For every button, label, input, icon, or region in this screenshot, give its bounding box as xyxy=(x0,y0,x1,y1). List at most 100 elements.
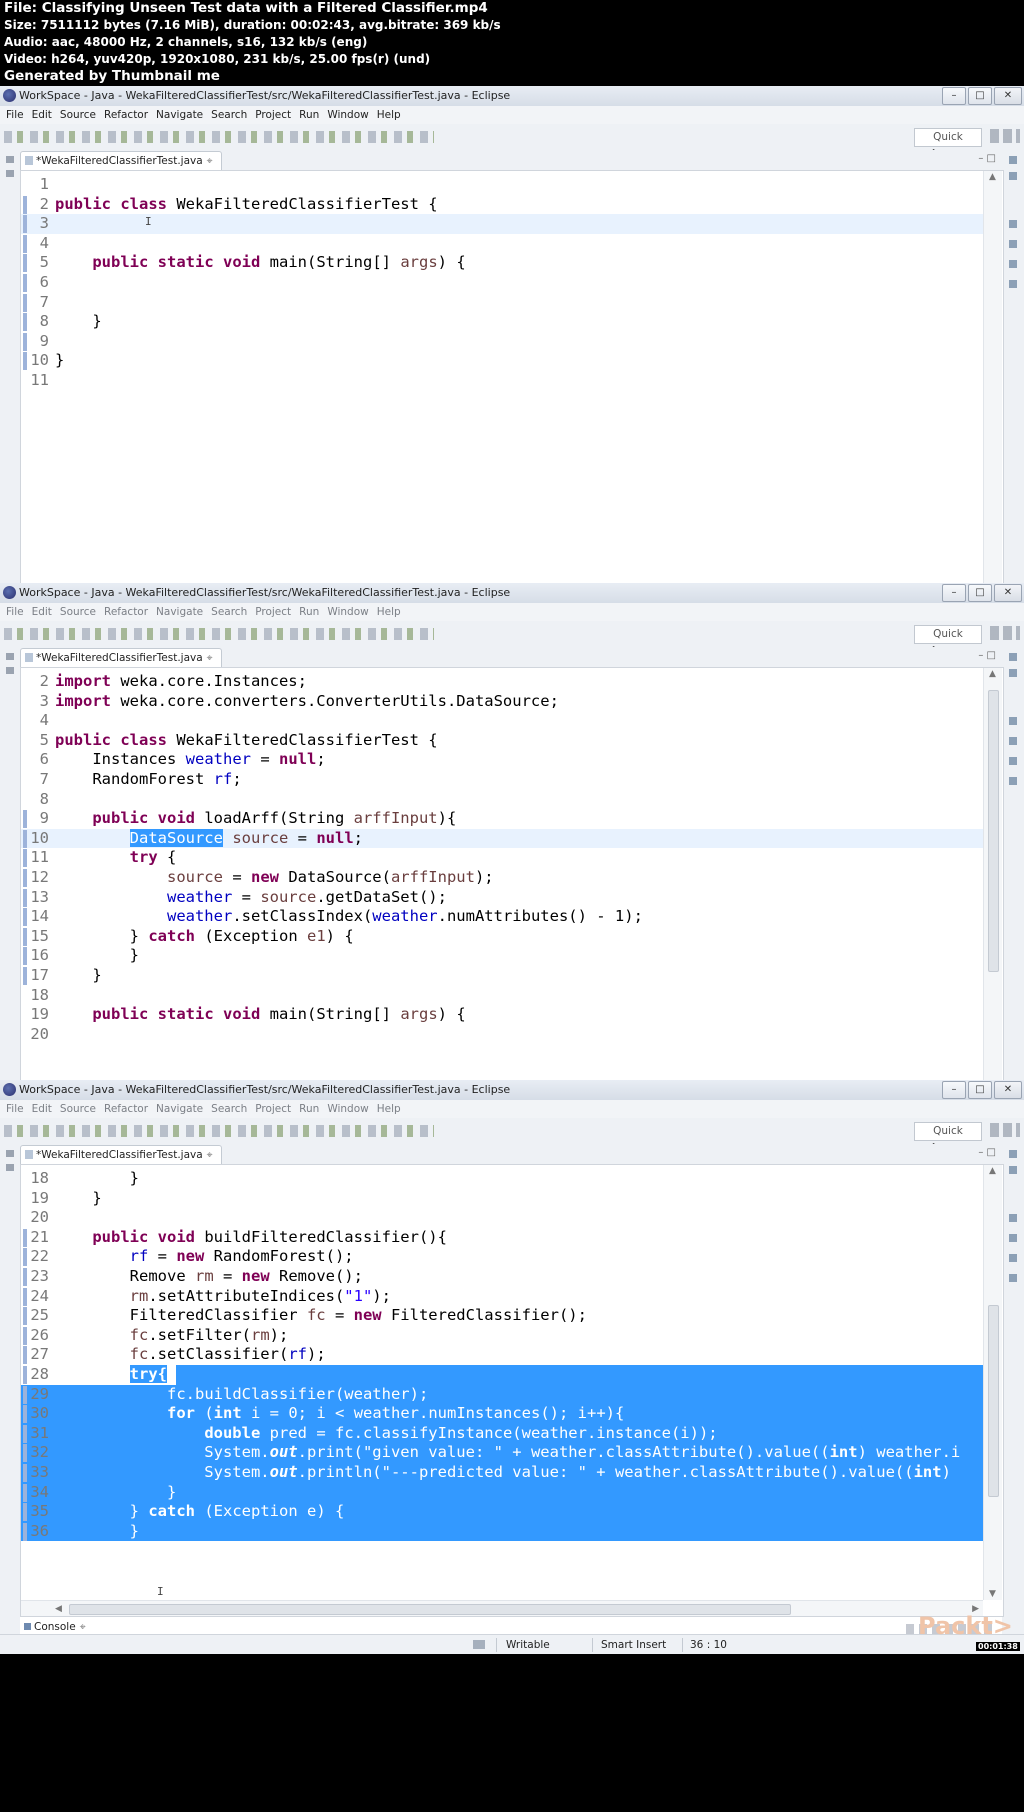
toolbar-icons[interactable] xyxy=(4,1125,434,1137)
code-line[interactable]: 28 try{ xyxy=(21,1365,983,1385)
package-explorer-icon[interactable] xyxy=(6,1164,14,1171)
scroll-up-icon[interactable]: ▲ xyxy=(989,1166,996,1176)
minimize-button[interactable]: – xyxy=(942,87,966,105)
editor-minmax-icons[interactable]: – □ xyxy=(978,1147,996,1158)
menu-navigate[interactable]: Navigate xyxy=(150,106,203,121)
code-line[interactable]: 23 Remove rm = new Remove(); xyxy=(21,1267,983,1287)
quick-access-field[interactable]: Quick Access xyxy=(914,1122,982,1154)
code-editor[interactable]: 18 } 19 } 20 21 public void buildFilteredCl… xyxy=(20,1164,1004,1617)
menu-file[interactable]: File xyxy=(0,106,24,121)
restore-icon[interactable] xyxy=(6,653,14,660)
minimize-button[interactable]: – xyxy=(942,584,966,602)
code-line[interactable]: 8 xyxy=(21,790,983,810)
close-button[interactable]: ✕ xyxy=(994,584,1022,602)
tab-close-icon[interactable]: ⌖ xyxy=(207,652,213,664)
menu-search[interactable]: Search xyxy=(205,603,247,618)
menu-refactor[interactable]: Refactor xyxy=(98,1100,148,1115)
code-area[interactable]: 18 } 19 } 20 21 public void buildFilteredCl… xyxy=(21,1165,983,1600)
editor-minmax-icons[interactable]: – □ xyxy=(978,153,996,164)
horizontal-scrollbar[interactable]: ◀▶ xyxy=(21,1600,983,1616)
scroll-down-icon[interactable]: ▼ xyxy=(989,1589,996,1599)
code-line[interactable]: 11 xyxy=(21,371,983,391)
code-line[interactable]: 15 } catch (Exception e1) { xyxy=(21,927,983,947)
code-line[interactable]: 7 RandomForest rf; xyxy=(21,770,983,790)
code-line[interactable]: 5 public class WekaFilteredClassifierTest… xyxy=(21,731,983,751)
outline-icon[interactable] xyxy=(1009,220,1017,228)
restore-icon[interactable] xyxy=(1009,156,1017,164)
outline-icon[interactable] xyxy=(1009,1214,1017,1222)
menu-file[interactable]: File xyxy=(0,1100,24,1115)
code-area[interactable]: 1 2 public class WekaFilteredClassifierTes… xyxy=(21,171,983,606)
code-line[interactable]: 17 } xyxy=(21,966,983,986)
editor-tab[interactable]: *WekaFilteredClassifierTest.java ⌖ xyxy=(20,648,222,667)
git-icon[interactable] xyxy=(1009,1274,1017,1282)
menu-file[interactable]: File xyxy=(0,603,24,618)
menu-source[interactable]: Source xyxy=(54,106,96,121)
code-line[interactable]: 31 double pred = fc.classifyInstance(wea… xyxy=(21,1423,983,1444)
code-line[interactable]: 2 public class WekaFilteredClassifierTest… xyxy=(21,195,983,215)
code-line[interactable]: 16 } xyxy=(21,946,983,966)
maximize-button[interactable]: □ xyxy=(968,584,992,602)
toolbar-icons[interactable] xyxy=(4,131,434,143)
code-line[interactable]: 19 public static void main(String[] args… xyxy=(21,1005,983,1025)
restore-icon[interactable] xyxy=(1009,1150,1017,1158)
restore-icon[interactable] xyxy=(6,1150,14,1157)
code-line[interactable]: 10 DataSource source = null; xyxy=(21,828,983,849)
code-line[interactable]: 3 import weka.core.converters.ConverterUt… xyxy=(21,692,983,712)
editor-tab[interactable]: *WekaFilteredClassifierTest.java ⌖ xyxy=(20,151,222,170)
menu-project[interactable]: Project xyxy=(249,1100,291,1115)
minimize-button[interactable]: – xyxy=(942,1081,966,1099)
code-line[interactable]: 29 fc.buildClassifier(weather); xyxy=(21,1384,983,1405)
tab-close-icon[interactable]: ⌖ xyxy=(207,1149,213,1161)
code-line[interactable]: 6 xyxy=(21,273,983,293)
code-line[interactable]: 33 System.out.println("---predicted valu… xyxy=(21,1463,983,1483)
git-icon[interactable] xyxy=(1009,280,1017,288)
menu-help[interactable]: Help xyxy=(371,603,401,618)
vertical-scroll-thumb[interactable] xyxy=(988,690,999,972)
code-line[interactable]: 14 weather.setClassIndex(weather.numAttr… xyxy=(21,907,983,927)
menu-navigate[interactable]: Navigate xyxy=(150,603,203,618)
code-area[interactable]: 2 import weka.core.Instances; 3 import weka… xyxy=(21,668,983,1103)
code-editor[interactable]: 2 import weka.core.Instances; 3 import weka… xyxy=(20,667,1004,1120)
console-close-icon[interactable]: ⌖ xyxy=(80,1621,86,1633)
close-button[interactable]: ✕ xyxy=(994,87,1022,105)
tasks-icon[interactable] xyxy=(1009,1254,1017,1262)
perspective-icons[interactable] xyxy=(990,1123,1020,1137)
code-line[interactable]: 34 } xyxy=(21,1482,983,1503)
menu-edit[interactable]: Edit xyxy=(26,603,52,618)
code-line[interactable]: 3 xyxy=(21,214,983,234)
scroll-up-icon[interactable]: ▲ xyxy=(989,669,996,679)
code-line[interactable]: 6 Instances weather = null; xyxy=(21,750,983,770)
code-line[interactable]: 8 } xyxy=(21,312,983,332)
git-icon[interactable] xyxy=(1009,777,1017,785)
code-line[interactable]: 9 xyxy=(21,332,983,352)
menu-run[interactable]: Run xyxy=(293,603,319,618)
scroll-up-icon[interactable]: ▲ xyxy=(989,172,996,182)
tasks-icon[interactable] xyxy=(1009,260,1017,268)
menu-run[interactable]: Run xyxy=(293,1100,319,1115)
code-line[interactable]: 7 xyxy=(21,293,983,313)
scroll-left-icon[interactable]: ◀ xyxy=(55,1604,62,1614)
restore-icon[interactable] xyxy=(1009,653,1017,661)
code-line[interactable]: 5 public static void main(String[] args)… xyxy=(21,253,983,273)
close-button[interactable]: ✕ xyxy=(994,1081,1022,1099)
menu-project[interactable]: Project xyxy=(249,603,291,618)
package-explorer-icon[interactable] xyxy=(6,170,14,177)
editor-minmax-icons[interactable]: – □ xyxy=(978,650,996,661)
code-line[interactable]: 11 try { xyxy=(21,848,983,868)
vertical-scrollbar[interactable]: ▲▼ xyxy=(983,171,1002,606)
menu-refactor[interactable]: Refactor xyxy=(98,603,148,618)
code-line[interactable]: 9 public void loadArff(String arffInput)… xyxy=(21,809,983,829)
code-line[interactable]: 30 for (int i = 0; i < weather.numInstan… xyxy=(21,1404,983,1424)
code-line[interactable]: 2 import weka.core.Instances; xyxy=(21,672,983,692)
perspective-icons[interactable] xyxy=(990,129,1020,143)
outline-icon[interactable] xyxy=(1009,717,1017,725)
hierarchy-icon[interactable] xyxy=(1009,737,1017,745)
perspective-icons[interactable] xyxy=(990,626,1020,640)
task-list-icon[interactable] xyxy=(1009,172,1017,180)
vertical-scrollbar[interactable]: ▲▼ xyxy=(983,668,1002,1103)
code-line[interactable]: 12 source = new DataSource(arffInput); xyxy=(21,868,983,888)
menu-refactor[interactable]: Refactor xyxy=(98,106,148,121)
menu-edit[interactable]: Edit xyxy=(26,106,52,121)
code-line[interactable]: 26 fc.setFilter(rm); xyxy=(21,1326,983,1346)
